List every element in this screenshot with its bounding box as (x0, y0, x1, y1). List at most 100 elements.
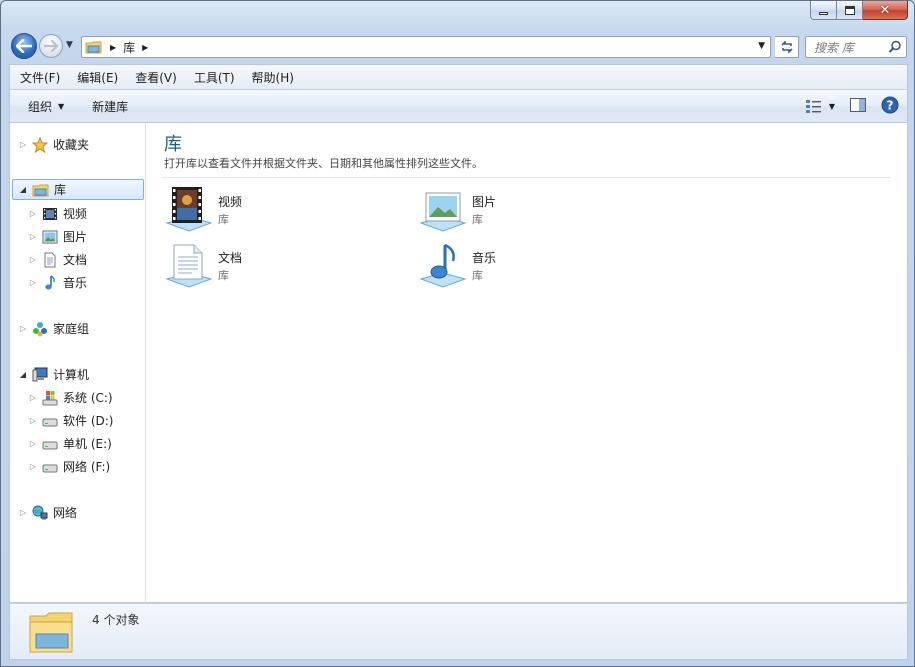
nav-computer-label: 计算机 (53, 368, 90, 382)
menu-tools[interactable]: 工具(T) (184, 69, 242, 86)
nav-homegroup[interactable]: ▷ 家庭组 (18, 318, 89, 339)
nav-homegroup-label: 家庭组 (53, 322, 90, 336)
expand-icon[interactable]: ▷ (28, 393, 38, 402)
nav-computer[interactable]: ◢ 计算机 (18, 364, 89, 385)
collapse-icon[interactable]: ◢ (18, 370, 28, 379)
document-icon (42, 252, 58, 268)
expand-icon[interactable]: ▷ (28, 439, 38, 448)
search-box[interactable]: 搜索 库 (805, 36, 907, 58)
nav-lib-pictures[interactable]: ▷ 图片 (28, 226, 87, 247)
preview-pane-button[interactable] (849, 97, 867, 116)
library-tile-type: 库 (472, 213, 483, 226)
close-button[interactable]: ✕ (863, 1, 908, 20)
search-icon[interactable] (888, 40, 902, 54)
library-folder-icon (85, 41, 102, 54)
expand-icon[interactable]: ▷ (28, 232, 38, 241)
organize-button[interactable]: 组织 ▼ (18, 98, 74, 115)
nav-network[interactable]: ▷ 网络 (18, 502, 77, 523)
star-icon (32, 136, 48, 153)
nav-libraries[interactable]: ◢ 库 (12, 179, 144, 200)
expand-icon[interactable]: ▷ (28, 416, 38, 425)
change-view-button[interactable]: ▼ (805, 99, 835, 115)
back-button[interactable] (11, 33, 37, 59)
breadcrumb-separator-icon[interactable]: ▶ (142, 43, 148, 52)
nav-drive-e[interactable]: ▷ 单机 (E:) (28, 433, 112, 454)
library-folder-icon (32, 183, 49, 197)
nav-lib-documents-label: 文档 (63, 253, 88, 267)
library-tile-name: 视频 (218, 195, 243, 209)
expand-icon[interactable]: ▷ (18, 324, 28, 333)
expand-icon[interactable]: ▷ (18, 140, 28, 149)
refresh-button[interactable] (775, 36, 799, 58)
menu-view[interactable]: 查看(V) (125, 69, 184, 86)
command-bar: 组织 ▼ 新建库 ▼ ? (9, 90, 908, 123)
breadcrumb-separator-icon[interactable]: ▶ (110, 43, 116, 52)
maximize-button[interactable] (837, 1, 863, 20)
preview-pane-icon (850, 98, 866, 112)
library-view: 库 打开库以查看文件并根据文件夹、日期和其他属性排列这些文件。 视频 库 图片 … (147, 123, 907, 603)
explorer-window: ✕ ▼ ▶ 库 ▶ ▼ 搜索 库 文件(F) 编辑(E) 查看(V) 工具(T) (0, 0, 915, 667)
drive-icon (42, 413, 58, 429)
collapse-icon[interactable]: ◢ (18, 185, 28, 194)
expand-icon[interactable]: ▷ (18, 508, 28, 517)
back-arrow-icon (16, 39, 32, 53)
new-library-label: 新建库 (92, 99, 129, 114)
menu-file[interactable]: 文件(F) (10, 69, 67, 86)
forward-arrow-icon (44, 40, 58, 52)
forward-button[interactable] (39, 34, 63, 58)
expand-icon[interactable]: ▷ (28, 209, 38, 218)
item-count: 4 个对象 (92, 613, 140, 627)
breadcrumb-library[interactable]: 库 (123, 39, 135, 56)
nav-lib-documents[interactable]: ▷ 文档 (28, 249, 87, 270)
close-icon: ✕ (879, 2, 891, 18)
library-tile-music[interactable]: 音乐 库 (418, 241, 648, 291)
nav-libraries-label: 库 (54, 183, 67, 197)
help-button[interactable]: ? (881, 96, 899, 117)
video-icon (42, 206, 58, 222)
expand-icon[interactable]: ▷ (28, 255, 38, 264)
nav-drive-c[interactable]: ▷ 系统 (C:) (28, 387, 113, 408)
minimize-icon (819, 11, 828, 15)
library-tile-name: 文档 (218, 251, 243, 265)
minimize-button[interactable] (810, 1, 837, 20)
library-tile-documents[interactable]: 文档 库 (164, 241, 394, 291)
maximize-icon (844, 5, 855, 15)
menu-help[interactable]: 帮助(H) (242, 69, 301, 86)
search-placeholder: 搜索 库 (814, 40, 854, 55)
nav-drive-c-label: 系统 (C:) (63, 391, 113, 405)
nav-lib-videos[interactable]: ▷ 视频 (28, 203, 87, 224)
picture-library-icon (419, 192, 467, 232)
nav-favorites[interactable]: ▷ 收藏夹 (18, 134, 89, 155)
expand-icon[interactable]: ▷ (28, 278, 38, 287)
menu-bar: 文件(F) 编辑(E) 查看(V) 工具(T) 帮助(H) (9, 64, 908, 90)
recent-pages-button[interactable]: ▼ (66, 40, 73, 50)
refresh-icon (780, 41, 793, 53)
nav-drive-f-label: 网络 (F:) (63, 460, 111, 474)
nav-drive-d[interactable]: ▷ 软件 (D:) (28, 410, 114, 431)
drive-icon (42, 459, 58, 475)
chevron-down-icon: ▼ (58, 101, 65, 111)
header-divider (161, 177, 891, 178)
library-tile-name: 音乐 (472, 251, 497, 265)
drive-icon (42, 436, 58, 452)
music-note-icon (42, 274, 58, 291)
document-library-icon (165, 244, 213, 288)
library-tile-type: 库 (218, 213, 229, 226)
address-bar[interactable]: ▶ 库 ▶ ▼ (81, 36, 771, 58)
address-dropdown-icon[interactable]: ▼ (758, 41, 765, 51)
new-library-button[interactable]: 新建库 (82, 98, 138, 115)
caption-buttons: ✕ (810, 1, 908, 20)
nav-favorites-label: 收藏夹 (53, 138, 90, 152)
nav-lib-pictures-label: 图片 (63, 230, 88, 244)
expand-icon[interactable]: ▷ (28, 462, 38, 471)
navigation-row: ▼ ▶ 库 ▶ ▼ 搜索 库 (9, 31, 908, 61)
library-tile-pictures[interactable]: 图片 库 (418, 185, 648, 235)
nav-drive-f[interactable]: ▷ 网络 (F:) (28, 456, 110, 477)
system-drive-icon (42, 390, 58, 406)
page-subtitle: 打开库以查看文件并根据文件夹、日期和其他属性排列这些文件。 (164, 157, 483, 170)
library-tile-name: 图片 (472, 195, 497, 209)
command-bar-right: ▼ ? (805, 96, 899, 117)
nav-lib-music[interactable]: ▷ 音乐 (28, 272, 87, 293)
library-tile-videos[interactable]: 视频 库 (164, 185, 394, 235)
menu-edit[interactable]: 编辑(E) (67, 69, 125, 86)
